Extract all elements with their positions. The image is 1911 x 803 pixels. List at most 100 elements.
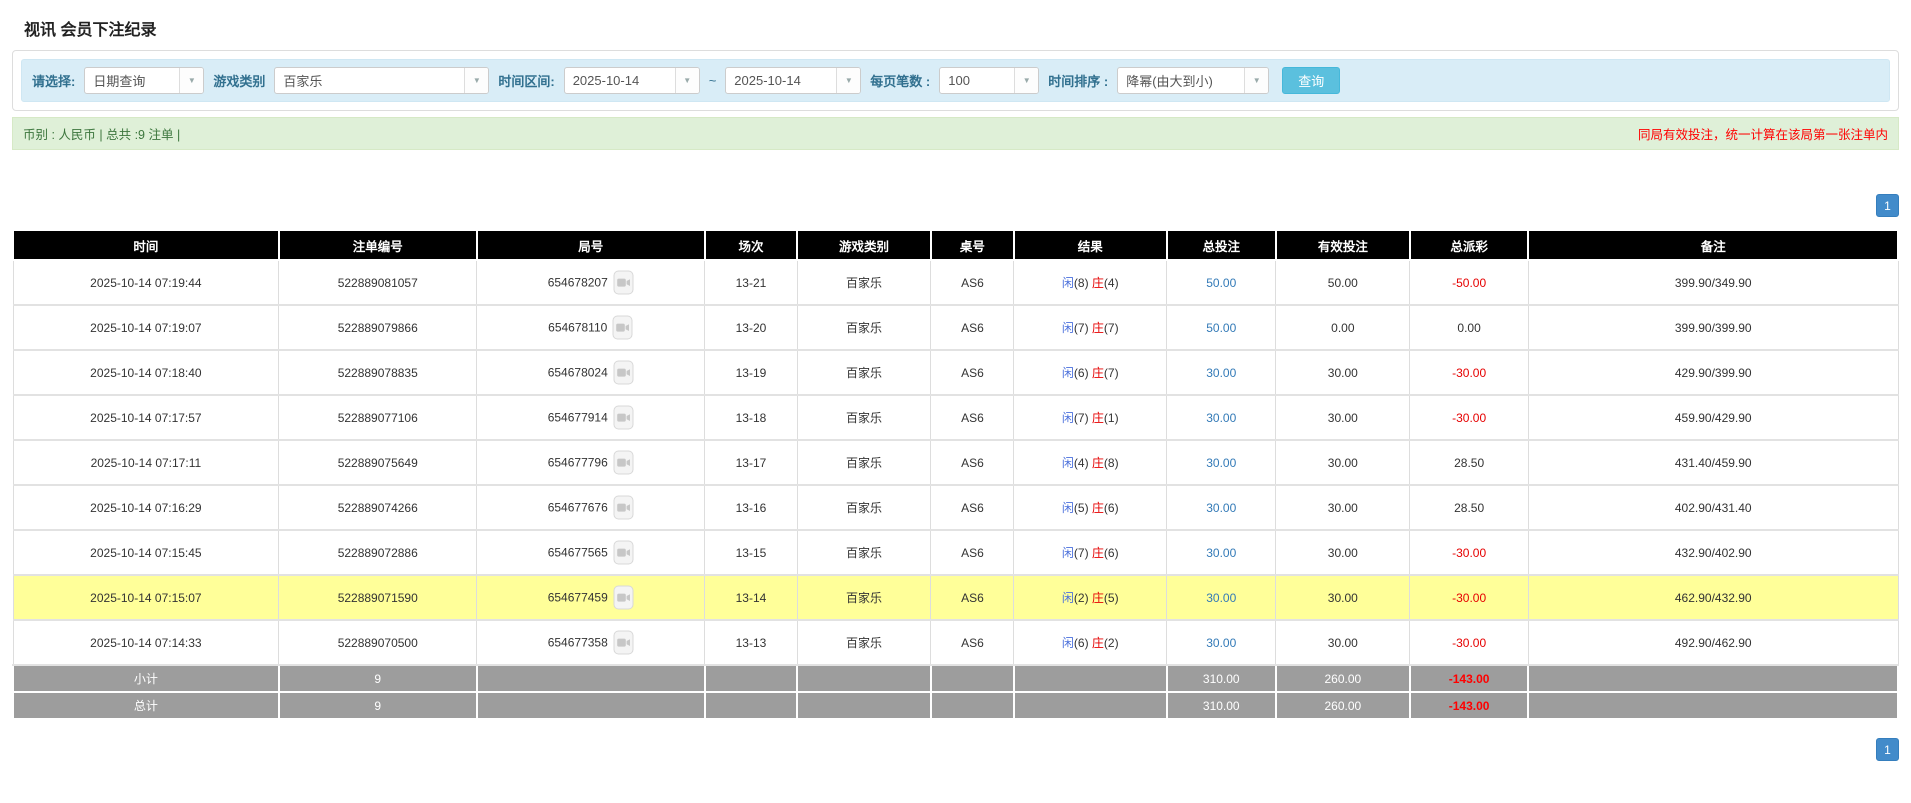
pagination-page-1[interactable]: 1 bbox=[1876, 738, 1899, 761]
result-banker: 庄 bbox=[1092, 456, 1104, 470]
summary-total-bet: 310.00 bbox=[1167, 665, 1276, 692]
result-player: 闲 bbox=[1062, 501, 1074, 515]
query-type-value: 日期查询 bbox=[85, 71, 153, 90]
cell-session: 13-16 bbox=[705, 485, 797, 530]
cell-time: 2025-10-14 07:17:11 bbox=[13, 440, 279, 485]
round-number: 654677676 bbox=[548, 501, 608, 515]
round-number: 654677358 bbox=[548, 636, 608, 650]
cell-total-bet[interactable]: 50.00 bbox=[1167, 260, 1276, 305]
sort-order-select[interactable]: 降幂(由大到小) ▼ bbox=[1117, 67, 1269, 94]
cell-total-bet[interactable]: 30.00 bbox=[1167, 620, 1276, 665]
chevron-down-icon[interactable]: ▼ bbox=[1014, 68, 1038, 93]
cell-remark: 462.90/432.90 bbox=[1528, 575, 1898, 620]
cell-session: 13-21 bbox=[705, 260, 797, 305]
pagination-top: 1 bbox=[12, 194, 1899, 217]
chevron-down-icon[interactable]: ▼ bbox=[1244, 68, 1268, 93]
result-banker: 庄 bbox=[1092, 321, 1104, 335]
result-banker: 庄 bbox=[1092, 501, 1104, 515]
summary-empty-cell bbox=[931, 665, 1014, 692]
summary-empty-cell bbox=[797, 665, 931, 692]
cell-session: 13-19 bbox=[705, 350, 797, 395]
cell-game-type: 百家乐 bbox=[797, 530, 931, 575]
cell-valid-bet: 30.00 bbox=[1276, 395, 1410, 440]
video-icon[interactable] bbox=[613, 270, 634, 295]
cell-round-number: 654678024 bbox=[477, 350, 705, 395]
result-player-score: (4) bbox=[1074, 456, 1092, 470]
summary-empty-cell bbox=[797, 692, 931, 719]
cell-payout: 28.50 bbox=[1410, 440, 1529, 485]
cell-bet-number: 522889078835 bbox=[279, 350, 477, 395]
cell-valid-bet: 50.00 bbox=[1276, 260, 1410, 305]
cell-round-number: 654678110 bbox=[477, 305, 705, 350]
column-header: 场次 bbox=[705, 230, 797, 260]
cell-total-bet[interactable]: 30.00 bbox=[1167, 485, 1276, 530]
query-type-select[interactable]: 日期查询 ▼ bbox=[84, 67, 204, 94]
summary-empty-cell bbox=[1528, 692, 1898, 719]
summary-valid-bet: 260.00 bbox=[1276, 692, 1410, 719]
video-icon[interactable] bbox=[613, 630, 634, 655]
result-banker: 庄 bbox=[1092, 636, 1104, 650]
chevron-down-icon[interactable]: ▼ bbox=[836, 68, 860, 93]
table-row: 2025-10-14 07:14:33522889070500654677358… bbox=[13, 620, 1898, 665]
video-icon[interactable] bbox=[613, 450, 634, 475]
chevron-down-icon[interactable]: ▼ bbox=[675, 68, 699, 93]
column-header: 有效投注 bbox=[1276, 230, 1410, 260]
cell-payout: -50.00 bbox=[1410, 260, 1529, 305]
filter-bar: 请选择: 日期查询 ▼ 游戏类别 百家乐 ▼ 时间区间: 2025-10-14 … bbox=[21, 59, 1890, 102]
cell-time: 2025-10-14 07:16:29 bbox=[13, 485, 279, 530]
date-range-label: 时间区间: bbox=[498, 71, 554, 90]
result-player-score: (5) bbox=[1074, 501, 1092, 515]
pagination-page-1[interactable]: 1 bbox=[1876, 194, 1899, 217]
video-icon[interactable] bbox=[613, 405, 634, 430]
chevron-down-icon[interactable]: ▼ bbox=[464, 68, 488, 93]
chevron-down-icon[interactable]: ▼ bbox=[179, 68, 203, 93]
video-icon[interactable] bbox=[613, 540, 634, 565]
bet-records-table: 时间注单编号局号场次游戏类别桌号结果总投注有效投注总派彩备注 2025-10-1… bbox=[12, 229, 1899, 720]
date-to-input[interactable]: 2025-10-14 ▼ bbox=[725, 67, 861, 94]
cell-valid-bet: 30.00 bbox=[1276, 350, 1410, 395]
cell-total-bet[interactable]: 50.00 bbox=[1167, 305, 1276, 350]
query-button[interactable]: 查询 bbox=[1282, 67, 1340, 94]
cell-remark: 399.90/349.90 bbox=[1528, 260, 1898, 305]
table-row: 2025-10-14 07:15:45522889072886654677565… bbox=[13, 530, 1898, 575]
date-from-input[interactable]: 2025-10-14 ▼ bbox=[564, 67, 700, 94]
summary-count: 9 bbox=[279, 692, 477, 719]
result-player: 闲 bbox=[1062, 321, 1074, 335]
page-size-value: 100 bbox=[940, 73, 978, 88]
cell-total-bet[interactable]: 30.00 bbox=[1167, 575, 1276, 620]
video-icon[interactable] bbox=[612, 315, 633, 340]
result-player-score: (7) bbox=[1074, 321, 1092, 335]
cell-total-bet[interactable]: 30.00 bbox=[1167, 440, 1276, 485]
cell-remark: 431.40/459.90 bbox=[1528, 440, 1898, 485]
summary-empty-cell bbox=[1528, 665, 1898, 692]
table-header-row: 时间注单编号局号场次游戏类别桌号结果总投注有效投注总派彩备注 bbox=[13, 230, 1898, 260]
cell-valid-bet: 0.00 bbox=[1276, 305, 1410, 350]
result-banker-score: (6) bbox=[1104, 501, 1119, 515]
summary-empty-cell bbox=[1014, 692, 1167, 719]
cell-valid-bet: 30.00 bbox=[1276, 440, 1410, 485]
cell-result: 闲(7) 庄(7) bbox=[1014, 305, 1167, 350]
page-size-select[interactable]: 100 ▼ bbox=[939, 67, 1039, 94]
result-player-score: (7) bbox=[1074, 546, 1092, 560]
cell-game-type: 百家乐 bbox=[797, 440, 931, 485]
cell-total-bet[interactable]: 30.00 bbox=[1167, 350, 1276, 395]
date-separator: ~ bbox=[709, 73, 717, 88]
video-icon[interactable] bbox=[613, 495, 634, 520]
select-label: 请选择: bbox=[32, 71, 75, 90]
cell-bet-number: 522889071590 bbox=[279, 575, 477, 620]
summary-empty-cell bbox=[1014, 665, 1167, 692]
cell-table-number: AS6 bbox=[931, 485, 1014, 530]
cell-total-bet[interactable]: 30.00 bbox=[1167, 530, 1276, 575]
cell-game-type: 百家乐 bbox=[797, 350, 931, 395]
video-icon[interactable] bbox=[613, 585, 634, 610]
cell-result: 闲(2) 庄(5) bbox=[1014, 575, 1167, 620]
cell-round-number: 654677796 bbox=[477, 440, 705, 485]
cell-total-bet[interactable]: 30.00 bbox=[1167, 395, 1276, 440]
video-icon[interactable] bbox=[613, 360, 634, 385]
cell-remark: 402.90/431.40 bbox=[1528, 485, 1898, 530]
cell-payout: -30.00 bbox=[1410, 575, 1529, 620]
cell-payout: -30.00 bbox=[1410, 350, 1529, 395]
result-player-score: (8) bbox=[1074, 276, 1092, 290]
table-body: 2025-10-14 07:19:44522889081057654678207… bbox=[13, 260, 1898, 719]
game-type-select[interactable]: 百家乐 ▼ bbox=[274, 67, 489, 94]
